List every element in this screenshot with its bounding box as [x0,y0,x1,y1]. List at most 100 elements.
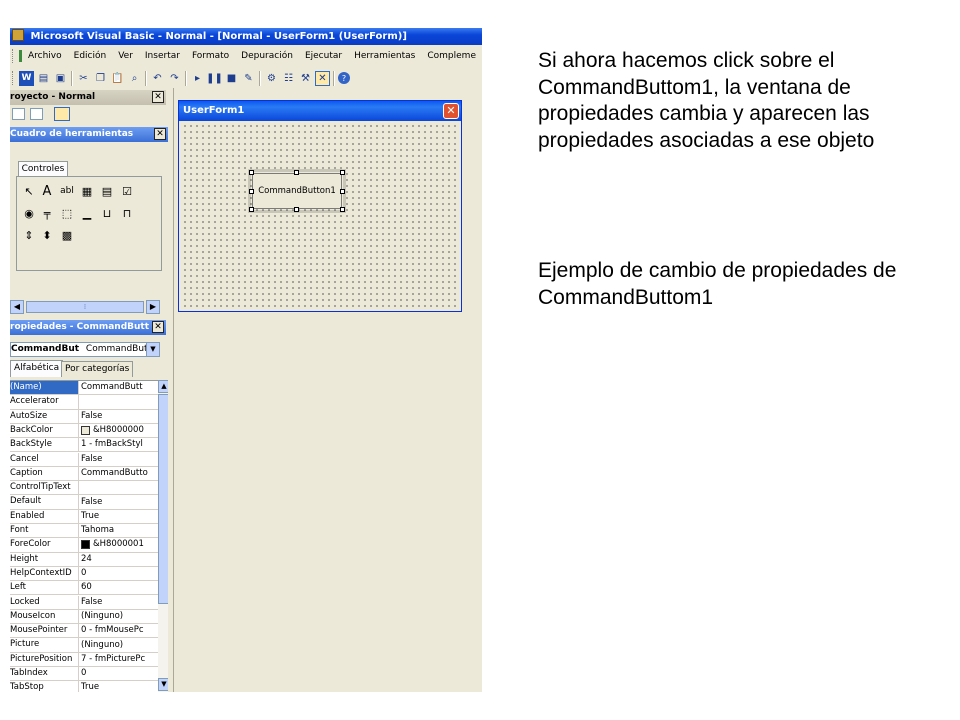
property-value[interactable]: CommandButt [79,381,158,394]
property-value[interactable]: False [79,410,158,423]
property-value[interactable]: True [79,510,158,523]
design-mode-icon[interactable]: ✎ [241,71,256,86]
scrollbar-tool-icon[interactable]: ⇕ [21,227,37,243]
menu-archivo[interactable]: Archivo [22,47,68,65]
property-value[interactable]: CommandButto [79,467,158,480]
property-value[interactable]: 1 - fmBackStyl [79,438,158,451]
pane-splitter[interactable] [168,88,174,692]
listbox-tool-icon[interactable]: ▤ [99,183,115,199]
stop-icon[interactable]: ■ [224,71,239,86]
scroll-right-icon[interactable]: ▶ [146,300,160,314]
undo-icon[interactable]: ↶ [150,71,165,86]
label-tool-icon[interactable]: A [39,183,55,199]
property-value[interactable]: &H8000001 [79,538,158,551]
checkbox-tool-icon[interactable]: ☑ [119,183,135,199]
combobox-tool-icon[interactable]: ▦ [79,183,95,199]
pause-icon[interactable]: ❚❚ [206,71,223,86]
property-row[interactable]: Accelerator [10,395,158,410]
copy-icon[interactable]: ❐ [93,71,108,86]
property-value[interactable]: 24 [79,553,158,566]
help-icon[interactable]: ? [338,72,350,84]
properties-window-icon[interactable]: ☷ [281,71,296,86]
toggle-folders-icon[interactable] [54,107,70,121]
property-row[interactable]: BackStyle 1 - fmBackStyl [10,438,158,453]
property-value[interactable]: 7 - fmPicturePc [79,653,158,666]
multipage-tool-icon[interactable]: ⊓ [119,205,135,221]
tabstrip-tool-icon[interactable]: ⊔ [99,205,115,221]
property-value[interactable]: 0 [79,667,158,680]
menu-depuracion[interactable]: Depuración [235,47,299,65]
menu-insertar[interactable]: Insertar [139,47,186,65]
object-browser-icon[interactable]: ⚒ [298,71,313,86]
property-row[interactable]: MousePointer 0 - fmMousePc [10,624,158,639]
close-icon[interactable]: ✕ [152,321,164,333]
resize-handle[interactable] [294,207,299,212]
insert-userform-icon[interactable]: ▤ [36,71,51,86]
toggle-button-tool-icon[interactable]: ╤ [39,205,55,221]
spinbutton-tool-icon[interactable]: ⬍ [39,227,55,243]
close-icon[interactable]: ✕ [152,91,164,103]
paste-icon[interactable]: 📋 [110,71,125,86]
tab-por-categorias[interactable]: Por categorías [61,361,134,377]
property-row[interactable]: Height 24 [10,552,158,567]
menu-formato[interactable]: Formato [186,47,235,65]
property-row[interactable]: TabStop True [10,681,158,692]
property-row[interactable]: BackColor &H8000000 [10,423,158,439]
command-button-tool-icon[interactable]: ▁ [79,205,95,221]
property-value[interactable]: True [79,681,158,692]
property-row[interactable]: Picture (Ninguno) [10,638,158,653]
property-value[interactable] [79,481,158,494]
property-value[interactable]: 0 [79,567,158,580]
chevron-down-icon[interactable]: ▼ [146,343,159,356]
property-row[interactable]: AutoSize False [10,409,158,424]
resize-handle[interactable] [340,207,345,212]
resize-handle[interactable] [340,170,345,175]
object-selector[interactable]: CommandBut CommandButto ▼ [10,342,160,357]
property-row[interactable]: HelpContextID 0 [10,566,158,582]
property-row[interactable]: Caption CommandButto [10,466,158,482]
redo-icon[interactable]: ↷ [167,71,182,86]
close-icon[interactable]: ✕ [443,103,459,119]
view-code-icon[interactable] [12,108,25,120]
project-explorer-icon[interactable]: ⚙ [264,71,279,86]
option-button-tool-icon[interactable]: ◉ [21,205,37,221]
menu-edicion[interactable]: Edición [68,47,113,65]
property-value[interactable]: False [79,453,158,466]
property-value[interactable]: 0 - fmMousePc [79,624,158,637]
command-button-1[interactable]: CommandButton1 [248,169,346,213]
save-icon[interactable]: ▣ [53,71,68,86]
property-value[interactable]: &H8000000 [79,424,158,437]
property-row[interactable]: TabIndex 0 [10,667,158,682]
property-row[interactable]: ForeColor &H8000001 [10,538,158,553]
tab-controles[interactable]: Controles [18,161,68,177]
explorer-horizontal-scrollbar[interactable]: ◀ ⁞ ▶ [10,300,160,314]
property-value[interactable]: Tahoma [79,524,158,537]
property-value[interactable]: (Ninguno) [79,638,158,651]
run-icon[interactable]: ▸ [190,71,205,86]
pointer-tool-icon[interactable]: ↖ [21,183,37,199]
menu-complementos[interactable]: Compleme [421,47,482,65]
property-row[interactable]: Font Tahoma [10,524,158,539]
property-row[interactable]: (Name) CommandButt [10,381,158,396]
frame-tool-icon[interactable]: ⬚ [59,205,75,221]
property-row[interactable]: PicturePosition 7 - fmPicturePc [10,652,158,667]
property-row[interactable]: Cancel False [10,452,158,467]
menu-ver[interactable]: Ver [112,47,139,65]
property-value[interactable]: 60 [79,581,158,594]
close-icon[interactable]: ✕ [154,128,166,140]
property-row[interactable]: Enabled True [10,509,158,524]
word-view-icon[interactable]: W [19,70,34,86]
property-row[interactable]: Left 60 [10,581,158,596]
scroll-left-icon[interactable]: ◀ [10,300,24,314]
property-value[interactable]: False [79,596,158,609]
menu-herramientas[interactable]: Herramientas [348,47,421,65]
property-row[interactable]: MouseIcon (Ninguno) [10,609,158,625]
image-tool-icon[interactable]: ▩ [59,227,75,243]
property-row[interactable]: Locked False [10,595,158,610]
resize-handle[interactable] [249,207,254,212]
scroll-thumb[interactable]: ⁞ [26,301,144,313]
resize-handle[interactable] [340,189,345,194]
cut-icon[interactable]: ✂ [76,71,91,86]
resize-handle[interactable] [249,189,254,194]
resize-handle[interactable] [249,170,254,175]
